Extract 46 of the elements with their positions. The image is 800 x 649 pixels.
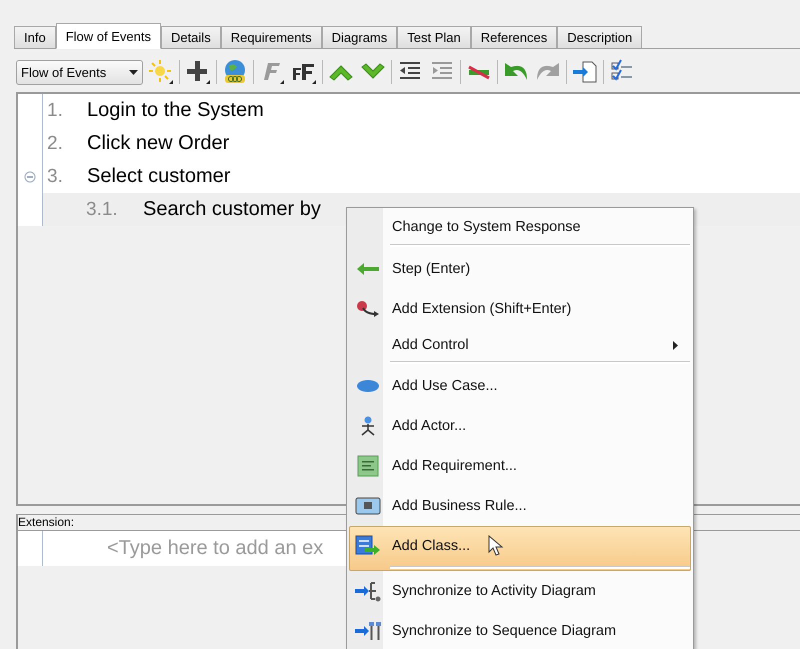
class-icon	[355, 535, 381, 557]
step-number: 1.	[46, 100, 64, 122]
tab[interactable]: References	[470, 26, 558, 48]
menu-item[interactable]: Synchronize to Activity Diagram	[349, 571, 691, 611]
caret-icon	[129, 70, 138, 74]
tab[interactable]: Test Plan	[397, 26, 471, 48]
step-text: Select customer	[87, 165, 230, 188]
tab[interactable]: Diagrams	[322, 26, 398, 48]
stick-figure-icon	[359, 416, 377, 436]
step-row[interactable]: 3. Select customer	[18, 160, 800, 193]
menu-item[interactable]: Add Extension (Shift+Enter)	[349, 289, 691, 329]
sparkle-icon	[147, 58, 175, 86]
menu-item[interactable]: Add Control	[349, 329, 691, 366]
step-text: Search customer by	[143, 198, 321, 221]
document-icon	[357, 455, 379, 477]
tab[interactable]: Details	[160, 26, 221, 48]
submenu-arrow-icon	[673, 340, 678, 350]
tab[interactable]: Requirements	[220, 26, 322, 48]
card-icon	[355, 497, 381, 515]
menu-item[interactable]: Add Class...	[349, 526, 691, 571]
step-row[interactable]: 2. Click new Order	[18, 127, 800, 160]
connector-icon	[356, 300, 380, 318]
step-number: 2.	[46, 132, 64, 154]
menu-item[interactable]: Step (Enter)	[349, 249, 691, 289]
sync-sequence-icon	[354, 620, 382, 642]
plus-icon	[184, 58, 212, 86]
menu-item[interactable]: Add Use Case...	[349, 366, 691, 406]
step-text: Click new Order	[87, 132, 230, 155]
step-text: Login to the System	[87, 99, 264, 122]
menu-item[interactable]: Add Requirement...	[349, 446, 691, 486]
step-number: 3.1.	[85, 198, 119, 220]
collapse-icon[interactable]	[24, 170, 36, 182]
view-dropdown[interactable]: Flow of Events	[16, 60, 143, 84]
menu-item[interactable]: Add Actor...	[349, 406, 691, 446]
ellipse-icon	[356, 379, 380, 393]
menu-item[interactable]: Synchronize to Sequence Diagram	[349, 611, 691, 649]
step-row[interactable]: 1. Login to the System	[18, 94, 800, 127]
menu-item[interactable]: Change to System Response	[349, 210, 691, 249]
step-number: 3.	[46, 166, 64, 188]
cursor-icon	[488, 535, 504, 557]
tab[interactable]: Description	[557, 26, 642, 48]
arrow-left-icon	[356, 261, 380, 277]
tab[interactable]: Info	[14, 26, 56, 48]
tab[interactable]: Flow of Events	[56, 23, 161, 49]
sync-activity-icon	[354, 580, 382, 602]
plus-button[interactable]	[184, 58, 212, 86]
